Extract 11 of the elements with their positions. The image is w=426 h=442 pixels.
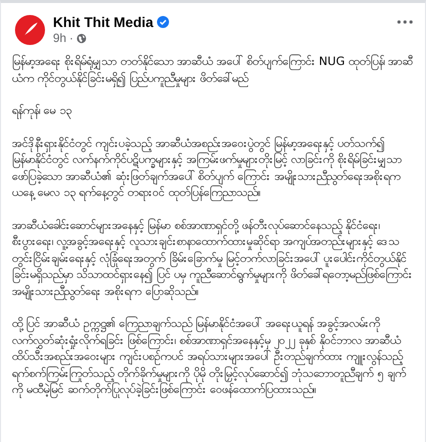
post-paragraph: ထို့ပြင် အာဆီယံ ဥက္ကဋ္ဌ၏ ကြေညာချက်သည် မြန်မာနိုင်ငံအပေါ် အရေးယူရန် အခွင့်အလမ်းကို လက်လွှတ်ဆုံးရှုံးလိုက်ရခြင်း ဖြစ်ကြောင်း၊ စစ်အာဏာရှင်အနေနှင့်မှ ၂၀၂၂ ခုနှစ် နိုဝင်ဘာလ အာဆီယံထိပ်သီးအစည်းအဝေးများ ကျင်းပစဉ်ကပင် အရပ်သားများအပေါ် ဦးတည်ချက်ထား ကျူးလွန်သည့် ရက်စက်ကြမ်းကြုတ်သည့် တိုက်ခိုက်မှုများကို ပိုမို တိုးမြှင့်လုပ်ဆောင်၍ ဘုံသဘောတူညီချက် ၅ ချက်ကို မထီမဲ့မြင် ဆက်တိုက်ပြုလုပ်ခဲ့ခြင်းဖြစ်ကြောင်း ဝေဖန်ထောက်ပြထားသည်။: [12, 315, 407, 398]
more-options-icon[interactable]: [397, 20, 413, 24]
post-headline: မြန်မာ့အရေး စိုးရိမ်ရုံမျှသာ တတ်နိုင်သော အာဆီယံ အပေါ် စိတ်ပျက်ကြောင်း NUG ထုတ်ပြန်၊ အာဆီယံက ကိုင်တွယ်နိုင်ခြင်းမရှိ၍ ပြည်ပကူညီမှုများ ဖိတ်ခေါ်မည်: [12, 53, 415, 86]
dateline: ရန်ကုန်၊ မေ ၁၃: [12, 102, 72, 118]
post-paragraph: အင်ဒိုနီးရှားနိုင်ငံတွင် ကျင်းပခဲ့သည့် အာဆီယံအစည်းအဝေးပွဲတွင် မြန်မာ့အရေးနှင့် ပတ်သက်၍ မြန်မာနိုင်ငံတွင် လက်နက်ကိုင်ပဋိပက္ခများနှင့် အကြမ်းဖက်မှုများတိုးမြင့် လာခြင်းကို စိုးရိမ်ခြင်းမျှသာ ဖော်ပြခဲ့သော အာဆီယံ၏ ဆုံးဖြတ်ချက်အပေါ် စိတ်ပျက် ကြောင်း အမျိုးသားညီညွတ်ရေးအစိုးရက ယနေ့ မေလ ၁၃ ရက်နေ့တွင် တရားဝင် ထုတ်ပြန်ကြေညာသည်။: [12, 134, 415, 200]
post-time[interactable]: 9h: [53, 31, 66, 45]
post-paragraph: အာဆီယံခေါင်းဆောင်များအနေနှင့် မြန်မာ စစ်အာဏာရှင်တို့ ဖန်တီးလုပ်ဆောင်နေသည့် နိုင်ငံရေး၊ စီးပွားရေး၊ လူ့အခွင့်အရေးနှင့် လူသားချင်းစာနာထောက်ထားမှုဆိုင်ရာ အကျပ်အတည်းများနှင့် ဒေသတွင်းငြိမ်းချမ်းရေးနှင့် လုံခြုံရေးအတွက် ခြိမ်းခြောက်မှု မြင့်တက်လာခြင်းအပေါ် ပူးပေါင်းကိုင်တွယ်နိုင်ခြင်းမရှိသည်မှာ သိသာထင်ရှားနေ၍ ပြင် ပမှ ကူညီဆောင်ရွက်မှုများကို ဖိတ်ခေါ်ရတော့မည်ဖြစ်ကြောင်း အမျိုးသားညီညွတ်ရေး အစိုးရက ပြောဆိုသည်။: [12, 216, 415, 299]
author-name[interactable]: Khit Thit Media: [53, 14, 154, 30]
feather-logo-icon[interactable]: [15, 14, 45, 44]
separator: ·: [69, 31, 74, 45]
globe-icon: [76, 32, 88, 44]
